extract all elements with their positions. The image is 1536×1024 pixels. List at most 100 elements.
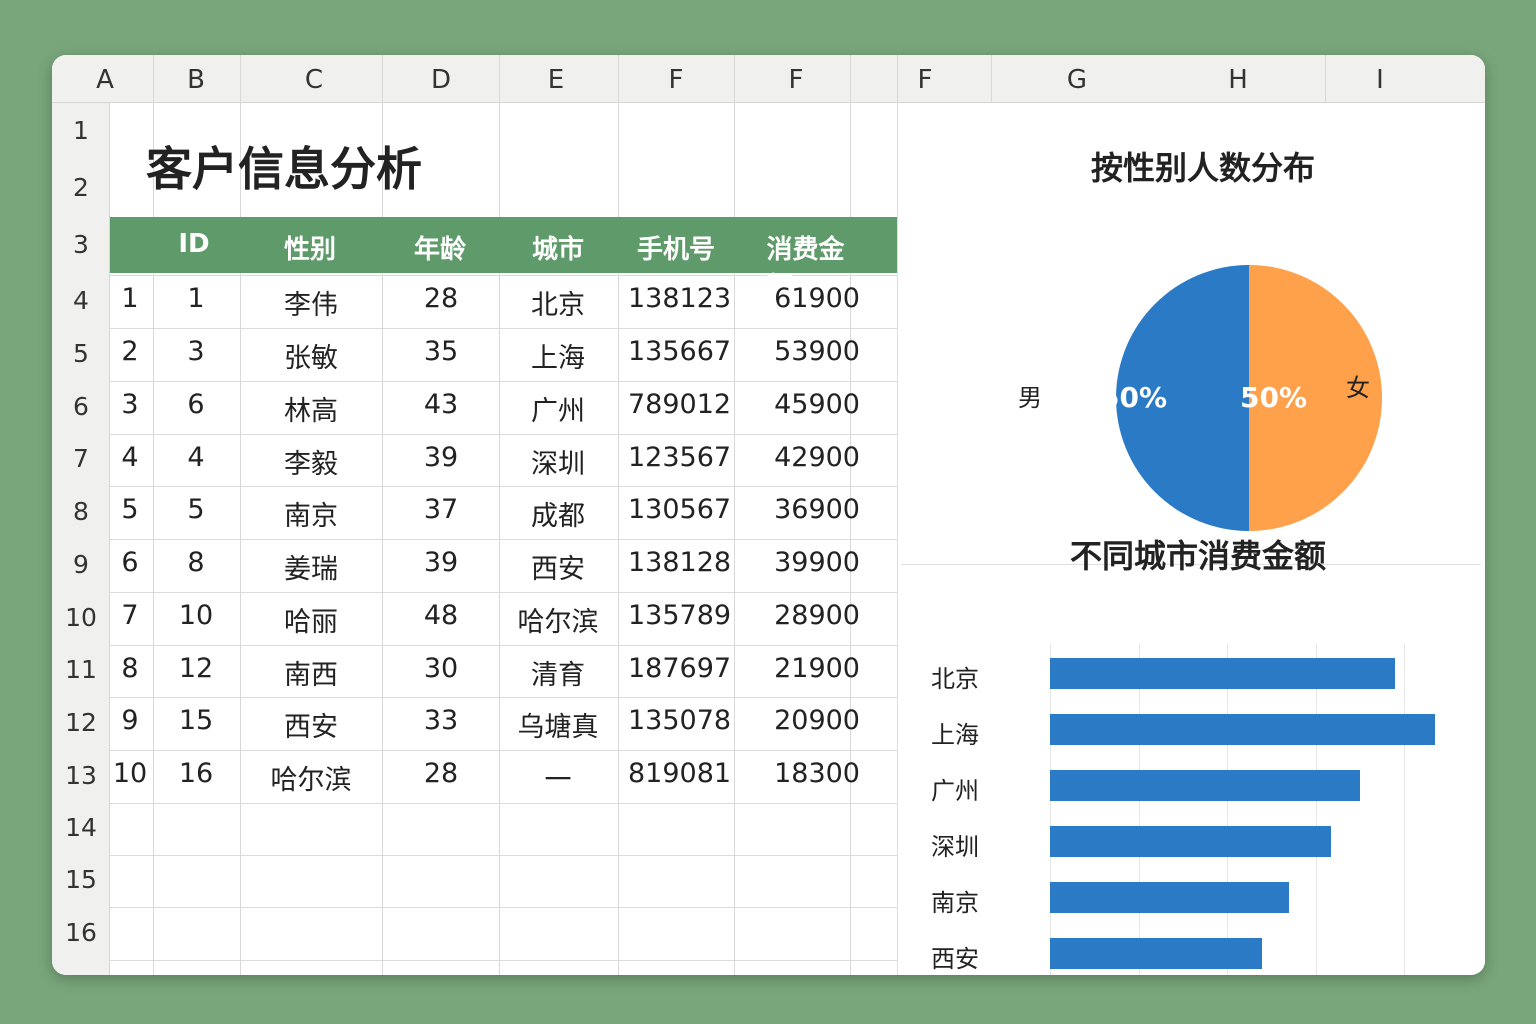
table-cell[interactable]: 5	[187, 494, 204, 525]
table-cell[interactable]: 135078	[628, 705, 731, 736]
bar-西安[interactable]	[1050, 938, 1263, 969]
table-cell[interactable]: 53900	[774, 336, 860, 367]
table-cell[interactable]: 广州	[531, 389, 585, 428]
table-cell[interactable]: 15	[179, 705, 213, 736]
column-header-H[interactable]: H	[1228, 65, 1248, 95]
table-cell[interactable]: 哈尔滨	[271, 758, 352, 797]
table-cell[interactable]: 一	[545, 758, 572, 797]
row-header-10[interactable]: 10	[52, 603, 110, 632]
table-cell[interactable]: 李伟	[284, 283, 338, 322]
pie-chart[interactable]	[898, 103, 1485, 543]
column-header-E[interactable]: E	[548, 65, 564, 95]
table-cell[interactable]: 4	[187, 442, 204, 473]
row-header-5[interactable]: 5	[52, 339, 110, 368]
table-cell[interactable]: 南西	[284, 653, 338, 692]
column-header-C[interactable]: C	[305, 65, 323, 95]
table-cell[interactable]: 39	[424, 547, 458, 578]
table-cell[interactable]: 28	[424, 758, 458, 789]
table-cell[interactable]: 6	[121, 547, 138, 578]
table-cell[interactable]: 乌塘真	[518, 705, 599, 744]
table-cell[interactable]: 16	[179, 758, 213, 789]
table-cell[interactable]: 39900	[774, 547, 860, 578]
table-cell[interactable]: 45900	[774, 389, 860, 420]
table-cell[interactable]: 48	[424, 600, 458, 631]
row-header-11[interactable]: 11	[52, 655, 110, 684]
table-cell[interactable]: 李毅	[284, 442, 338, 481]
table-cell[interactable]: 7	[121, 600, 138, 631]
table-cell[interactable]: 21900	[774, 653, 860, 684]
table-cell[interactable]: 西安	[284, 705, 338, 744]
table-cell[interactable]: 张敏	[284, 336, 338, 375]
table-cell[interactable]: 南京	[284, 494, 338, 533]
table-cell[interactable]: 187697	[628, 653, 731, 684]
table-cell[interactable]: 138123	[628, 283, 731, 314]
table-cell[interactable]: 61900	[774, 283, 860, 314]
table-cell[interactable]: 138128	[628, 547, 731, 578]
table-cell[interactable]: 成都	[531, 494, 585, 533]
table-cell[interactable]: 哈丽	[284, 600, 338, 639]
table-cell[interactable]: 3	[187, 336, 204, 367]
table-cell[interactable]: 35	[424, 336, 458, 367]
column-header-G[interactable]: G	[1067, 65, 1087, 95]
row-header-12[interactable]: 12	[52, 708, 110, 737]
table-cell[interactable]: 130567	[628, 494, 731, 525]
table-cell[interactable]: 5	[121, 494, 138, 525]
row-header-14[interactable]: 14	[52, 813, 110, 842]
bar-上海[interactable]	[1050, 714, 1435, 745]
table-cell[interactable]: 789012	[628, 389, 731, 420]
table-cell[interactable]: 林高	[284, 389, 338, 428]
table-cell[interactable]: 42900	[774, 442, 860, 473]
table-cell[interactable]: 39	[424, 442, 458, 473]
table-cell[interactable]: 37	[424, 494, 458, 525]
column-header-I[interactable]: I	[1376, 65, 1384, 95]
table-cell[interactable]: 8	[121, 653, 138, 684]
table-cell[interactable]: 3	[121, 389, 138, 420]
table-cell[interactable]: 8	[187, 547, 204, 578]
bar-深圳[interactable]	[1050, 826, 1332, 857]
sheet-title[interactable]: 客户信息分析	[146, 133, 422, 199]
bar-广州[interactable]	[1050, 770, 1360, 801]
bar-南京[interactable]	[1050, 882, 1289, 913]
table-cell[interactable]: 深圳	[531, 442, 585, 481]
table-cell[interactable]: 18300	[774, 758, 860, 789]
table-cell[interactable]: 20900	[774, 705, 860, 736]
table-cell[interactable]: 43	[424, 389, 458, 420]
table-cell[interactable]: 10	[179, 600, 213, 631]
column-header-F[interactable]: F	[918, 65, 933, 95]
row-header-13[interactable]: 13	[52, 761, 110, 790]
table-cell[interactable]: 西安	[531, 547, 585, 586]
column-header-B[interactable]: B	[187, 65, 205, 95]
row-header-1[interactable]: 1	[52, 116, 110, 145]
table-cell[interactable]: 10	[113, 758, 147, 789]
table-cell[interactable]: 1	[121, 283, 138, 314]
row-header-6[interactable]: 6	[52, 392, 110, 421]
table-cell[interactable]: 135789	[628, 600, 731, 631]
row-header-8[interactable]: 8	[52, 497, 110, 526]
row-header-4[interactable]: 4	[52, 286, 110, 315]
table-cell[interactable]: 2	[121, 336, 138, 367]
row-header-7[interactable]: 7	[52, 444, 110, 473]
table-cell[interactable]: 清育	[531, 653, 585, 692]
table-cell[interactable]: 28	[424, 283, 458, 314]
table-cell[interactable]: 6	[187, 389, 204, 420]
table-cell[interactable]: 36900	[774, 494, 860, 525]
table-cell[interactable]: 1	[187, 283, 204, 314]
table-cell[interactable]: 28900	[774, 600, 860, 631]
table-cell[interactable]: 9	[121, 705, 138, 736]
table-cell[interactable]: 135667	[628, 336, 731, 367]
row-header-9[interactable]: 9	[52, 550, 110, 579]
table-cell[interactable]: 30	[424, 653, 458, 684]
table-cell[interactable]: 姜瑞	[284, 547, 338, 586]
table-cell[interactable]: 12	[179, 653, 213, 684]
bar-北京[interactable]	[1050, 658, 1396, 689]
table-cell[interactable]: 4	[121, 442, 138, 473]
column-header-F[interactable]: F	[789, 65, 804, 95]
row-header-3[interactable]: 3	[52, 230, 110, 259]
column-header-D[interactable]: D	[431, 65, 451, 95]
table-cell[interactable]: 北京	[531, 283, 585, 322]
table-cell[interactable]: 123567	[628, 442, 731, 473]
column-header-A[interactable]: A	[96, 65, 114, 95]
row-header-16[interactable]: 16	[52, 918, 110, 947]
table-cell[interactable]: 819081	[628, 758, 731, 789]
row-header-15[interactable]: 15	[52, 865, 110, 894]
